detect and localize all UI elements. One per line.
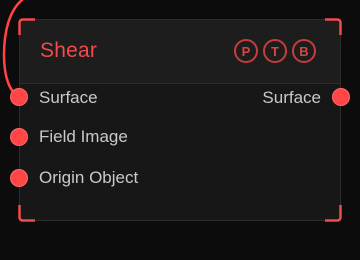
badge-group: P T B	[234, 39, 316, 63]
badge-t-icon[interactable]: T	[263, 39, 287, 63]
shear-node[interactable]: Shear P T B Surface Field Image Origin O…	[19, 19, 341, 221]
node-header[interactable]: Shear P T B	[20, 20, 340, 84]
badge-b-icon[interactable]: B	[292, 39, 316, 63]
output-label-surface: Surface	[262, 88, 321, 107]
input-socket-surface[interactable]	[10, 88, 28, 106]
input-socket-field-image[interactable]	[10, 128, 28, 146]
input-label-origin-object: Origin Object	[39, 168, 139, 187]
input-label-surface: Surface	[39, 88, 98, 107]
output-socket-surface[interactable]	[332, 88, 350, 106]
node-title: Shear	[40, 39, 98, 62]
badge-p-icon[interactable]: P	[234, 39, 258, 63]
input-label-field-image: Field Image	[39, 127, 128, 146]
input-socket-origin-object[interactable]	[10, 169, 28, 187]
